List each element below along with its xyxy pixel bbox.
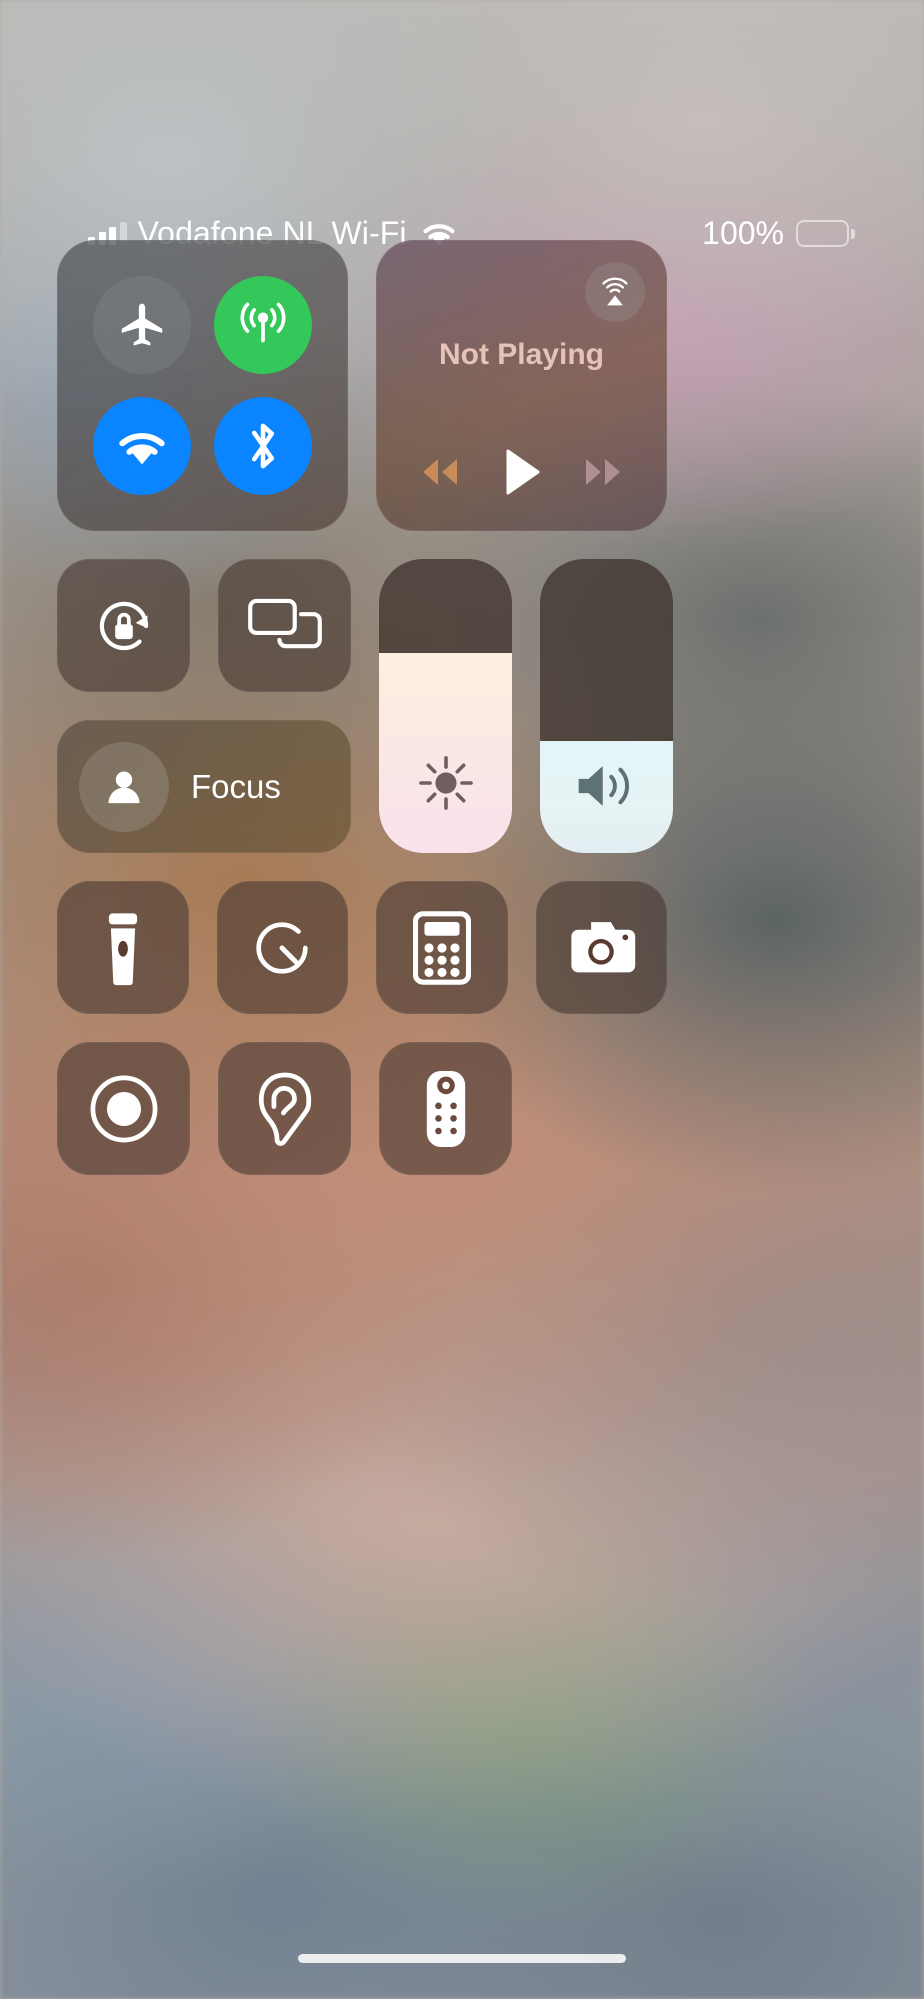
screen-record-button[interactable] — [57, 1042, 190, 1175]
wifi-toggle[interactable] — [92, 397, 191, 496]
volume-icon — [573, 757, 641, 815]
focus-label: Focus — [191, 767, 281, 805]
cellular-data-icon — [234, 296, 292, 354]
home-indicator[interactable] — [298, 1954, 626, 1963]
fast-forward-button[interactable] — [575, 453, 631, 491]
calculator-button[interactable] — [376, 881, 508, 1014]
play-button[interactable] — [500, 447, 544, 497]
airplay-audio-icon — [596, 273, 634, 311]
airplane-mode-toggle[interactable] — [92, 275, 191, 374]
focus-icon-circle — [79, 741, 169, 832]
control-center-row-1: Not Playing — [57, 240, 667, 531]
battery-percent-label: 100% — [702, 214, 784, 251]
camera-button[interactable] — [535, 881, 667, 1014]
timer-button[interactable] — [216, 881, 348, 1014]
hearing-icon — [256, 1071, 314, 1147]
screen-record-icon — [87, 1072, 161, 1146]
control-center: Not Playing Focus — [57, 240, 673, 1203]
now-playing-module[interactable]: Not Playing — [376, 240, 667, 531]
rewind-button[interactable] — [412, 453, 468, 491]
airplane-icon — [115, 298, 169, 352]
control-center-row-2: Focus — [57, 559, 673, 853]
wifi-icon — [114, 425, 170, 467]
screen-mirroring-icon — [246, 594, 324, 658]
volume-slider-fill — [540, 741, 673, 853]
sliders-group — [379, 559, 673, 853]
now-playing-title: Not Playing — [438, 338, 604, 371]
brightness-icon — [414, 751, 478, 815]
volume-slider[interactable] — [540, 559, 673, 853]
connectivity-module[interactable] — [57, 240, 348, 531]
bluetooth-toggle[interactable] — [214, 397, 313, 496]
hearing-button[interactable] — [218, 1042, 351, 1175]
utility-tiles-row — [57, 881, 667, 1014]
airplay-button[interactable] — [585, 262, 645, 322]
calculator-icon — [412, 910, 471, 985]
accessibility-tiles-row — [57, 1042, 667, 1175]
brightness-slider[interactable] — [379, 559, 512, 853]
flashlight-icon — [101, 910, 145, 986]
rotation-mirroring-row — [57, 559, 351, 692]
flashlight-button[interactable] — [57, 881, 189, 1014]
timer-icon — [247, 913, 317, 983]
media-transport-controls — [398, 447, 645, 509]
focus-tile[interactable]: Focus — [57, 720, 351, 853]
apple-tv-remote-icon — [424, 1068, 468, 1150]
bluetooth-icon — [238, 418, 288, 474]
apple-tv-remote-button[interactable] — [379, 1042, 512, 1175]
person-icon — [102, 765, 146, 809]
toggles-and-focus-stack: Focus — [57, 559, 351, 853]
rotation-lock-toggle[interactable] — [57, 559, 190, 692]
status-bar-right: 100% — [702, 214, 855, 252]
camera-icon — [563, 917, 639, 979]
rotation-lock-icon — [87, 589, 161, 663]
battery-full-icon — [796, 219, 855, 247]
brightness-slider-fill — [379, 653, 512, 853]
cellular-data-toggle[interactable] — [214, 275, 313, 374]
screen-mirroring-toggle[interactable] — [218, 559, 351, 692]
